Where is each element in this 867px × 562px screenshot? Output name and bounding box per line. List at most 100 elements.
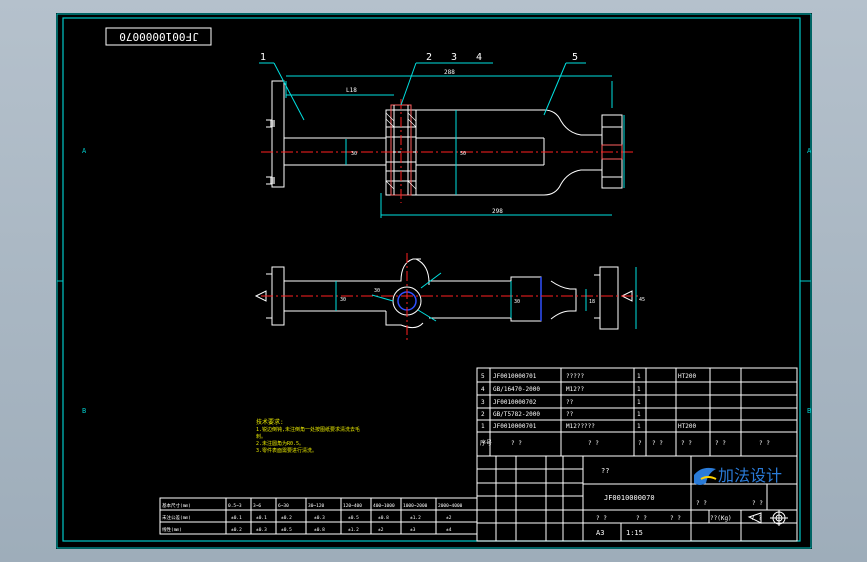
title-label-2: ? ? [596,515,607,522]
tol-h6: 1000~2000 [403,503,428,509]
dim-overall-label: 288 [444,69,455,76]
side-right-flange [599,266,619,330]
bom-code-4: JF0010000701 [493,423,537,430]
bom-name-0: ????? [566,373,584,380]
front-view: 288 L18 298 30 50 1 2 3 4 5 [259,52,636,218]
tol-r1-0: ±0.1 [231,515,242,521]
side-dim-1: 30 [340,297,346,303]
title-label-0: ? ? [696,500,707,507]
tech-note-1: 1.锐边倒钝,未注倒角一处按图纸要求清洗去毛 [256,426,360,433]
bom-header-remark: ? ? [759,440,770,447]
bom-no-3: 2 [481,411,485,418]
dim-bottom-label: 298 [492,208,503,215]
tol-r1-5: ±0.8 [378,515,389,521]
tol-h5: 400~1000 [373,503,395,509]
tech-note-3: 3.零件表面需要进行清洗。 [256,447,317,454]
title-drawing-no: JF0010000070 [604,494,655,502]
balloon-4: 4 [476,52,482,63]
title-label-1: ? ? [752,500,763,507]
drawing-canvas: A B A B JF0010000070 288 L18 298 30 50 1… [56,13,812,549]
tech-note-1b: 刺。 [256,433,266,440]
bom-header-single: ? ? [681,440,692,447]
balloon-1: 1 [260,52,266,63]
bom-header-qty: ? [638,440,642,447]
bom-no-1: 4 [481,386,485,393]
tech-notes-title: 技术要求: [256,418,284,426]
bom-name-1: M12?? [566,386,584,393]
tech-note-2: 2.未注圆角为R0.5。 [256,440,304,447]
zone-letter-left-mid: B [82,407,86,415]
zone-letter-left-top: A [82,147,87,155]
tol-row-label-2: 线性(mm) [162,526,182,533]
top-view: 30 30 18 45 30 [254,253,645,343]
tol-row-label-1: 未注公差(mm) [162,514,191,521]
tech-notes: 技术要求: 1.锐边倒钝,未注倒角一处按图纸要求清洗去毛 刺。 2.未注圆角为R… [256,418,360,454]
tol-h1: 3~6 [253,503,261,509]
logo: 加法设计 [694,466,782,485]
tol-r2-5: ±2 [378,527,384,533]
bom-mat-4: HT200 [678,423,696,430]
tol-h4: 120~400 [343,503,362,509]
drawing-sheet[interactable]: A B A B JF0010000070 288 L18 298 30 50 1… [56,13,812,549]
bom-header-name: ? ? [588,440,599,447]
side-dim-2: 30 [514,299,520,305]
drawing-number-rotated: JF0010000070 [119,30,198,43]
tol-r2-1: ±0.3 [256,527,267,533]
bom-qty-0: 1 [637,373,641,380]
bom-no-4: 1 [481,423,485,430]
bom-qty-3: 1 [637,411,641,418]
tol-r1-6: ±1.2 [410,515,421,521]
bom-code-0: JF0010000701 [493,373,537,380]
bom-code-2: JF0010000702 [493,399,537,406]
tol-r1-3: ±0.3 [314,515,325,521]
logo-text: 加法设计 [718,466,782,485]
bom-no-0: 5 [481,373,485,380]
bom-qty-1: 1 [637,386,641,393]
bom-header-code: ? ? [511,440,522,447]
bom-qty-2: 1 [637,399,641,406]
side-dim-3: 18 [589,299,595,305]
balloon-3: 3 [451,52,457,63]
bom-code-3: GB/T5782-2000 [493,411,540,418]
title-label-4: ? ? [670,515,681,522]
tol-r1-7: ±2 [446,515,452,521]
bom-header-total: ? ? [715,440,726,447]
tol-r1-2: ±0.2 [281,515,292,521]
side-dim-5: 30 [374,288,380,294]
bom-mat-0: HT200 [678,373,696,380]
title-part-name: ?? [601,467,609,475]
tol-h0: 0.5~3 [228,503,242,509]
bom-header-material: ? ? [652,440,663,447]
bom-header-no: 序号 [480,439,492,447]
dim-dia-1: 30 [351,151,357,157]
tol-h7: 2000~4000 [438,503,463,509]
zone-letter-right-mid: B [807,407,811,415]
bom-name-2: ?? [566,399,574,406]
cad-viewport: A B A B JF0010000070 288 L18 298 30 50 1… [0,0,867,562]
tol-r1-1: ±0.1 [256,515,267,521]
title-sheet-size: A3 [596,529,604,537]
inner-frame [62,17,801,542]
bom-qty-4: 1 [637,423,641,430]
balloon-5: 5 [572,52,578,63]
bom-name-4: M12????? [566,423,595,430]
tol-h3: 30~120 [308,503,325,509]
bom-code-1: GB/16470-2000 [493,386,540,393]
dim-l18-label: L18 [346,87,357,94]
dim-dia-2: 50 [460,151,466,157]
tol-r2-4: ±1.2 [348,527,359,533]
tol-r2-7: ±4 [446,527,452,533]
title-scale: 1:15 [626,529,643,537]
title-weight-label: ??(Kg) [710,515,732,522]
tol-r2-6: ±3 [410,527,416,533]
tol-r2-0: ±0.2 [231,527,242,533]
tol-h2: 6~30 [278,503,289,509]
left-flange [271,80,285,188]
tol-r1-4: ±0.5 [348,515,359,521]
tol-r2-3: ±0.8 [314,527,325,533]
side-dim-4: 45 [639,297,645,303]
tol-r2-2: ±0.5 [281,527,292,533]
bom-no-2: 3 [481,399,485,406]
title-label-3: ? ? [636,515,647,522]
balloon-2: 2 [426,52,432,63]
